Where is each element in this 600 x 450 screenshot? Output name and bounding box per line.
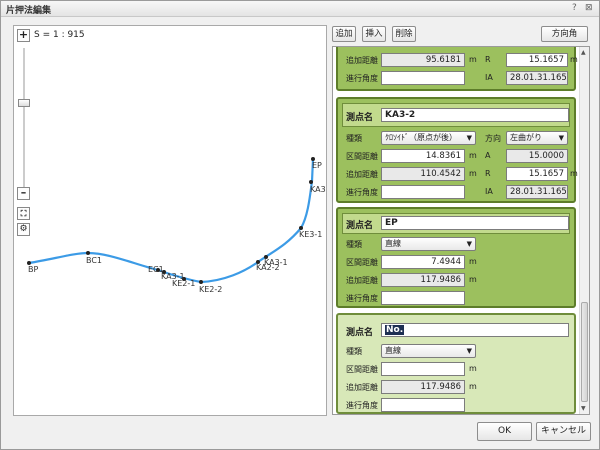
label-bc1: BC1 [86, 256, 102, 265]
chevron-down-icon: ▼ [558, 134, 564, 142]
window-title: 片押法編集 [6, 6, 52, 16]
type-select-value: 直線 [385, 239, 401, 248]
cancel-button[interactable]: キャンセル [536, 422, 591, 441]
point-name-field[interactable]: EP [381, 216, 569, 230]
travel-angle-field[interactable] [381, 398, 465, 412]
point-name-field[interactable]: No. [381, 323, 569, 337]
add-button[interactable]: 追加 [332, 26, 356, 42]
unit-m: m [469, 55, 477, 64]
direction-select-value: 左曲がり [510, 133, 542, 142]
unit-m: m [469, 257, 477, 266]
title-bar: 片押法編集 ? ⊠ [1, 1, 599, 17]
ia-field[interactable]: 28.01.31.1652 [506, 185, 568, 199]
type-select[interactable]: 直線 ▼ [381, 344, 476, 358]
added-distance-label: 追加距離 [346, 383, 378, 392]
label-ke2-2: KE2-2 [199, 285, 222, 294]
label-bp: BP [28, 265, 38, 274]
type-select[interactable]: 直線 ▼ [381, 237, 476, 251]
close-icon[interactable]: ⊠ [585, 3, 593, 13]
section-distance-field[interactable]: 7.4944 [381, 255, 465, 269]
point-ka3 [309, 180, 313, 184]
added-distance-label: 追加距離 [346, 56, 378, 65]
travel-angle-label: 進行角度 [346, 294, 378, 303]
delete-button[interactable]: 削除 [392, 26, 416, 42]
unit-m: m [469, 382, 477, 391]
travel-angle-field[interactable] [381, 71, 465, 85]
insert-button[interactable]: 挿入 [362, 26, 386, 42]
label-ke3-1: KE3-1 [299, 230, 322, 239]
scroll-down-icon[interactable]: ▼ [581, 405, 586, 412]
ia-label: IA [485, 73, 493, 82]
help-icon[interactable]: ? [572, 3, 577, 13]
section-distance-field[interactable] [381, 362, 465, 376]
chevron-down-icon: ▼ [466, 134, 472, 142]
radius-field[interactable]: 15.1657 [506, 167, 568, 181]
unit-m: m [469, 151, 477, 160]
travel-angle-label: 進行角度 [346, 188, 378, 197]
label-ka3: KA3 [310, 185, 326, 194]
ia-field[interactable]: 28.01.31.1652 [506, 71, 568, 85]
vertical-scrollbar[interactable]: ▲ ▼ [579, 47, 589, 414]
unit-m: m [469, 275, 477, 284]
unit-m: m [570, 55, 578, 64]
point-name-label: 測点名 [346, 328, 374, 338]
type-label: 種類 [346, 134, 362, 143]
travel-angle-field[interactable] [381, 291, 465, 305]
unit-m: m [469, 169, 477, 178]
label-ep: EP [312, 161, 322, 170]
section-distance-label: 区間距離 [346, 365, 378, 374]
added-distance-label: 追加距離 [346, 276, 378, 285]
point-card-ep: 測点名 EP 種類 直線 ▼ 区間距離 7.4944 m 追加距離 117.948… [336, 207, 576, 308]
type-select-value: ｸﾛｿｲﾄﾞ（原点が後） [385, 133, 457, 142]
a-field[interactable]: 15.0000 [506, 149, 568, 163]
added-distance-field[interactable]: 110.4542 [381, 167, 465, 181]
label-ke2-1: KE2-1 [172, 279, 195, 288]
section-distance-field[interactable]: 14.8361 [381, 149, 465, 163]
chevron-down-icon: ▼ [466, 240, 472, 248]
point-list-panel[interactable]: 追加距離 95.6181 m R 15.1657 m 進行角度 IA 28.01… [332, 46, 590, 415]
radius-label: R [485, 55, 491, 64]
added-distance-field[interactable]: 95.6181 [381, 53, 465, 67]
section-distance-label: 区間距離 [346, 258, 378, 267]
ia-label: IA [485, 187, 493, 196]
added-distance-label: 追加距離 [346, 170, 378, 179]
chevron-down-icon: ▼ [466, 347, 472, 355]
radius-label: R [485, 169, 491, 178]
point-name-field[interactable]: KA3-2 [381, 108, 569, 122]
type-label: 種類 [346, 240, 362, 249]
label-ka3-1b: KA3-1 [264, 258, 288, 267]
point-card-ka3-2: 測点名 KA3-2 種類 ｸﾛｿｲﾄﾞ（原点が後） ▼ 方向 左曲がり ▼ 区間距離… [336, 97, 578, 203]
point-name-label: 測点名 [346, 221, 374, 231]
direction-label: 方向 [485, 134, 501, 143]
added-distance-field[interactable]: 117.9486 [381, 380, 465, 394]
dialog-window: 片押法編集 ? ⊠ S = 1 : 915 + – ⛶ ⚙ BP BC1 EC1… [0, 0, 600, 450]
point-card-previous: 追加距離 95.6181 m R 15.1657 m 進行角度 IA 28.01… [336, 47, 578, 91]
direction-select[interactable]: 左曲がり ▼ [506, 131, 568, 145]
type-select-value: 直線 [385, 346, 401, 355]
a-label: A [485, 151, 491, 160]
ok-button[interactable]: OK [477, 422, 532, 441]
section-distance-label: 区間距離 [346, 152, 378, 161]
radius-field[interactable]: 15.1657 [506, 53, 568, 67]
added-distance-field[interactable]: 117.9486 [381, 273, 465, 287]
unit-m: m [570, 169, 578, 178]
alignment-map[interactable]: S = 1 : 915 + – ⛶ ⚙ BP BC1 EC1 KA3-1 KE2… [13, 25, 327, 416]
alignment-drawing: BP BC1 EC1 KA3-1 KE2-1 KE2-2 KA2-2 KA3-1… [27, 157, 326, 294]
scroll-up-icon[interactable]: ▲ [581, 49, 586, 56]
point-card-new: 測点名 No. 種類 直線 ▼ 区間距離 m 追加距離 117.9486 m 進行… [336, 313, 576, 414]
point-bc1 [86, 251, 90, 255]
point-name-label: 測点名 [346, 113, 374, 123]
type-select[interactable]: ｸﾛｿｲﾄﾞ（原点が後） ▼ [381, 131, 476, 145]
point-name-selected-text: No. [385, 325, 405, 335]
type-label: 種類 [346, 347, 362, 356]
scroll-thumb[interactable] [581, 302, 588, 402]
travel-angle-field[interactable] [381, 185, 465, 199]
direction-angle-button[interactable]: 方向角 [541, 26, 588, 42]
unit-m: m [469, 364, 477, 373]
point-ke2-2 [199, 280, 203, 284]
travel-angle-label: 進行角度 [346, 401, 378, 410]
travel-angle-label: 進行角度 [346, 74, 378, 83]
